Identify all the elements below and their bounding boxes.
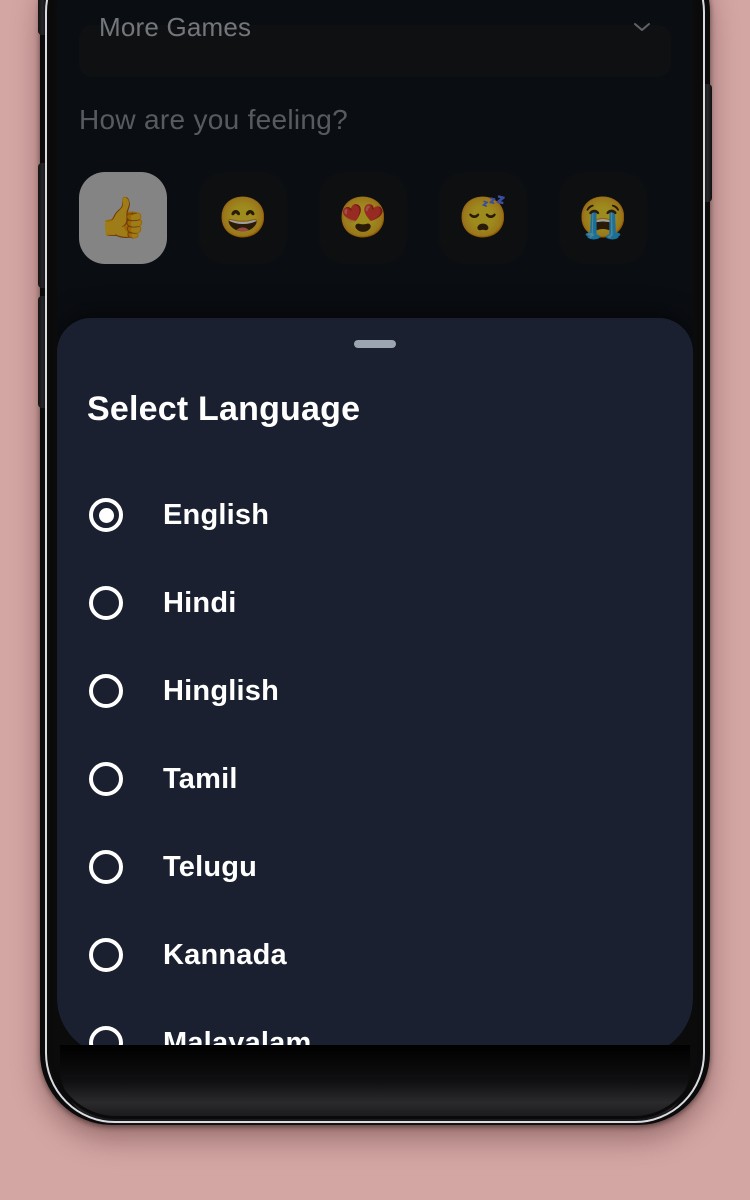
loudly-crying-face-icon: 😭: [578, 196, 628, 240]
radio-button-telugu[interactable]: [89, 850, 123, 884]
emoji-tile-thumbs-up[interactable]: 👍: [79, 172, 167, 264]
radio-dot-icon: [98, 507, 114, 523]
emoji-tile-heart-eyes[interactable]: 😍: [319, 172, 407, 264]
language-label: Kannada: [163, 938, 287, 971]
language-label: Telugu: [163, 850, 258, 883]
phone-screen: More Games How are you feeling? 👍 😄 😍 😴: [57, 0, 693, 1056]
language-option-hinglish[interactable]: Hinglish: [57, 647, 693, 735]
grinning-smiling-eyes-icon: 😄: [218, 196, 268, 240]
emoji-tile-sleeping[interactable]: 😴: [439, 172, 527, 264]
emoji-tile-crying[interactable]: 😭: [559, 172, 647, 264]
language-label: Tamil: [163, 762, 238, 795]
emoji-tile-grinning[interactable]: 😄: [199, 172, 287, 264]
radio-button-hinglish[interactable]: [89, 674, 123, 708]
language-label: Malayalam: [163, 1026, 312, 1057]
power-button[interactable]: [703, 84, 712, 202]
drag-handle-icon[interactable]: [354, 340, 396, 348]
radio-button-kannada[interactable]: [89, 938, 123, 972]
radio-button-malayalam[interactable]: [89, 1026, 123, 1056]
thumbs-up-icon: 👍: [98, 196, 148, 240]
radio-button-english[interactable]: [89, 498, 123, 532]
emoji-reaction-row: 👍 😄 😍 😴 😭: [79, 172, 647, 264]
volume-up-button[interactable]: [38, 0, 47, 35]
language-label: Hindi: [163, 586, 237, 619]
more-games-dropdown-label: More Games: [99, 11, 252, 42]
more-games-dropdown[interactable]: More Games: [79, 12, 671, 77]
select-language-bottom-sheet: Select Language English Hindi Hinglish T…: [57, 318, 693, 1056]
sleeping-face-icon: 😴: [458, 196, 508, 240]
language-option-hindi[interactable]: Hindi: [57, 559, 693, 647]
language-option-malayalam[interactable]: Malayalam: [57, 999, 693, 1056]
radio-button-tamil[interactable]: [89, 762, 123, 796]
language-list: English Hindi Hinglish Tamil Telugu Kann…: [57, 471, 693, 1056]
language-option-kannada[interactable]: Kannada: [57, 911, 693, 999]
feeling-prompt-label: How are you feeling?: [79, 104, 349, 135]
radio-button-hindi[interactable]: [89, 586, 123, 620]
chevron-down-icon: [633, 20, 651, 38]
language-option-english[interactable]: English: [57, 471, 693, 559]
volume-down-button[interactable]: [38, 163, 47, 288]
language-label: Hinglish: [163, 674, 279, 707]
volume-rocker-lower-button[interactable]: [38, 296, 47, 408]
language-option-tamil[interactable]: Tamil: [57, 735, 693, 823]
language-option-telugu[interactable]: Telugu: [57, 823, 693, 911]
sheet-title: Select Language: [87, 390, 361, 428]
heart-eyes-icon: 😍: [338, 196, 388, 240]
language-label: English: [163, 498, 270, 531]
